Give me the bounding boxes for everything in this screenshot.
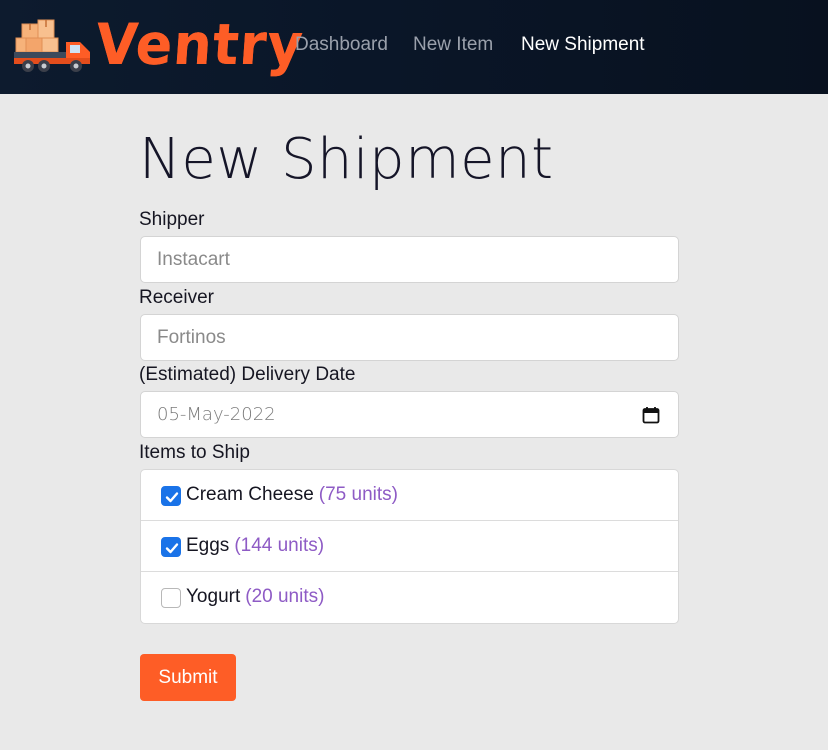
- item-name: Cream Cheese: [186, 484, 314, 505]
- shipper-label: Shipper: [139, 209, 205, 230]
- shipper-input[interactable]: [140, 236, 679, 283]
- brand-name: Ventry: [93, 11, 306, 78]
- submit-button[interactable]: Submit: [140, 654, 236, 701]
- receiver-label: Receiver: [139, 287, 214, 308]
- nav-new-shipment[interactable]: New Shipment: [521, 34, 645, 56]
- list-item[interactable]: Cream Cheese (75 units): [141, 470, 678, 521]
- receiver-input[interactable]: [140, 314, 679, 361]
- delivery-date-input[interactable]: 05-May-2022: [140, 391, 679, 438]
- delivery-date-label: (Estimated) Delivery Date: [139, 364, 356, 385]
- list-item[interactable]: Yogurt (20 units): [141, 572, 678, 623]
- item-name: Eggs: [186, 535, 230, 556]
- item-units: (20 units): [245, 586, 325, 607]
- nav-new-item[interactable]: New Item: [413, 34, 493, 56]
- check-icon: [165, 492, 179, 503]
- delivery-date-value: 05-May-2022: [157, 404, 276, 425]
- truck-icon: [14, 19, 90, 72]
- item-checkbox[interactable]: [161, 588, 181, 608]
- page-title: New Shipment: [139, 127, 554, 192]
- item-label: Cream Cheese (75 units): [186, 484, 398, 506]
- calendar-icon[interactable]: [642, 406, 660, 424]
- list-item[interactable]: Eggs (144 units): [141, 521, 678, 572]
- item-checkbox[interactable]: [161, 537, 181, 557]
- item-label: Eggs (144 units): [186, 535, 324, 557]
- item-checkbox[interactable]: [161, 486, 181, 506]
- item-units: (75 units): [318, 484, 398, 505]
- item-label: Yogurt (20 units): [186, 586, 324, 608]
- item-name: Yogurt: [186, 586, 241, 607]
- check-icon: [165, 543, 179, 554]
- nav-dashboard[interactable]: Dashboard: [295, 34, 388, 56]
- item-units: (144 units): [234, 535, 325, 556]
- navbar: Ventry Dashboard New Item New Shipment: [0, 0, 828, 94]
- items-list: Cream Cheese (75 units) Eggs (144 units) Y…: [140, 469, 679, 624]
- items-label: Items to Ship: [139, 442, 250, 463]
- brand-logo[interactable]: Ventry: [14, 11, 306, 80]
